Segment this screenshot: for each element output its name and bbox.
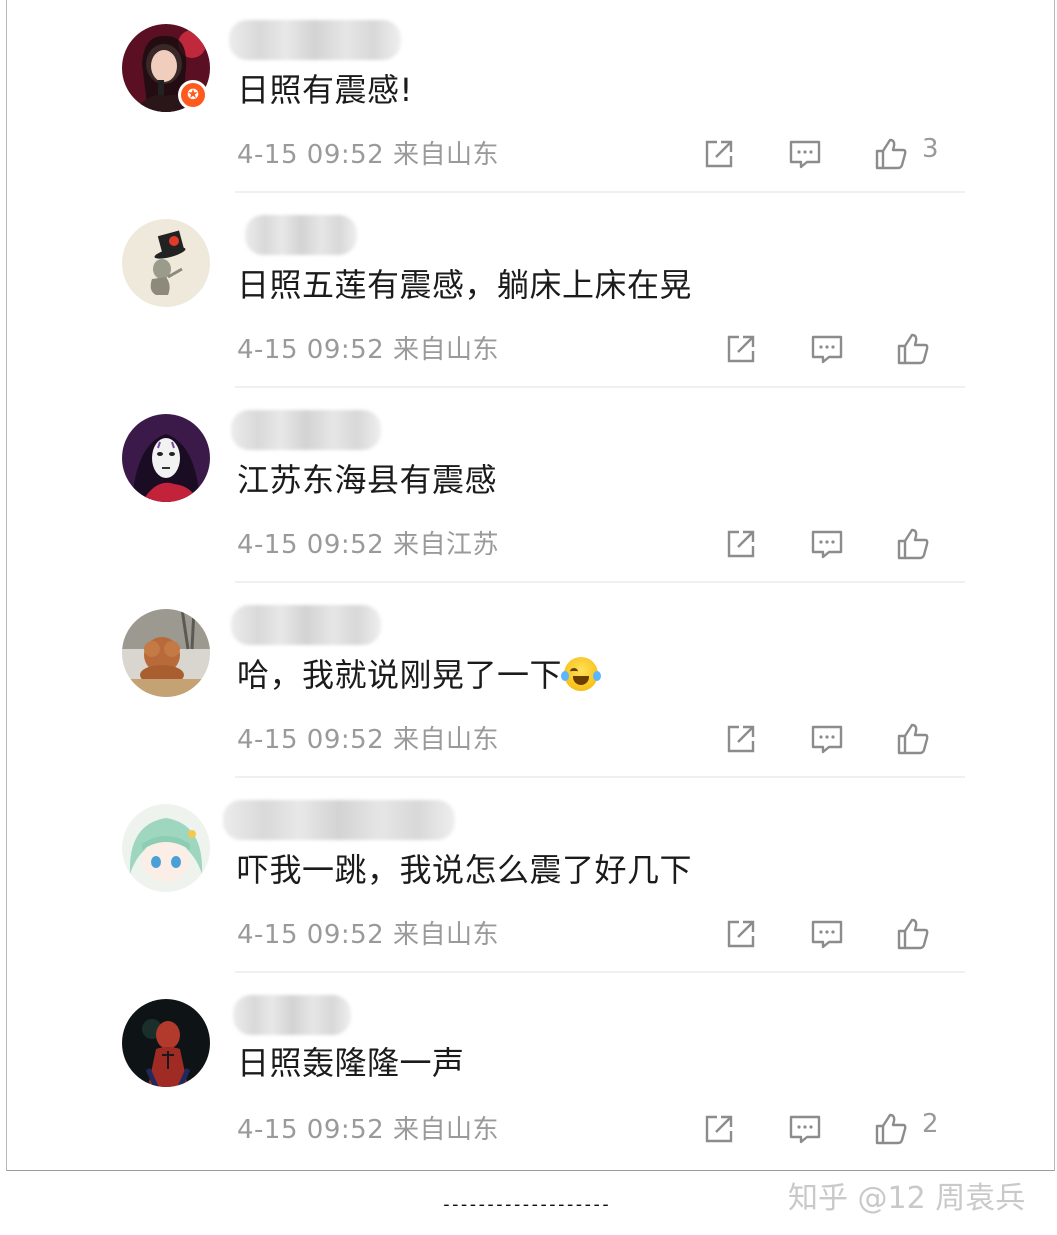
comment-time: 4-15 09:52 [237, 920, 385, 950]
spiderman-avatar-icon [122, 999, 210, 1087]
comment-location: 来自山东 [392, 1115, 499, 1145]
share-icon [727, 335, 755, 363]
comment-meta: 4-15 09:52 来自江苏 [237, 524, 499, 561]
comment-meta: 4-15 09:52 来自山东 [237, 719, 499, 756]
comment-time: 4-15 09:52 [237, 725, 385, 755]
share-button[interactable] [699, 134, 739, 174]
comment-meta: 4-15 09:52 来自山东 [237, 914, 499, 951]
comment-location: 来自山东 [392, 920, 499, 950]
avatar[interactable] [122, 219, 210, 307]
comment-time: 4-15 09:52 [237, 530, 385, 560]
divider [235, 776, 965, 778]
share-icon [705, 1115, 733, 1143]
like-button[interactable] [893, 719, 933, 759]
comment-location: 来自江苏 [392, 530, 499, 560]
share-button[interactable] [721, 914, 761, 954]
like-count: 3 [922, 134, 939, 164]
thumbs-up-icon [875, 138, 907, 170]
share-icon [727, 530, 755, 558]
like-button[interactable] [871, 1109, 911, 1149]
like-button[interactable] [893, 914, 933, 954]
comment-meta: 4-15 09:52 来自山东 [237, 134, 499, 171]
comment-meta: 4-15 09:52 来自山东 [237, 1109, 499, 1146]
comment-text: 哈，我就说刚晃了一下 [237, 653, 602, 697]
dog-photo-avatar-icon [122, 609, 210, 697]
share-button[interactable] [721, 719, 761, 759]
cartoon-hat-avatar-icon [122, 219, 210, 307]
avatar[interactable] [122, 999, 210, 1087]
comment-icon [811, 725, 843, 754]
username-blurred[interactable] [229, 20, 401, 60]
reply-button[interactable] [785, 134, 825, 174]
like-button[interactable] [893, 524, 933, 564]
share-icon [727, 920, 755, 948]
reply-button[interactable] [785, 1109, 825, 1149]
username-blurred[interactable] [245, 215, 357, 255]
comment-time: 4-15 09:52 [237, 335, 385, 365]
comment-text: 日照轰隆隆一声 [237, 1044, 465, 1082]
thumbs-up-icon [897, 528, 929, 560]
comment-time: 4-15 09:52 [237, 140, 385, 170]
comment-location: 来自山东 [392, 725, 499, 755]
comment-icon [789, 1115, 821, 1144]
comment-item: 江苏东海县有震感 4-15 09:52 来自江苏 [7, 390, 1056, 585]
comment-item: 日照五莲有震感，躺床上床在晃 4-15 09:52 来自山东 [7, 195, 1056, 390]
divider [235, 386, 965, 388]
comment-text-content: 哈，我就说刚晃了一下 [237, 656, 563, 694]
reply-button[interactable] [807, 329, 847, 369]
divider [235, 971, 965, 973]
comment-icon [811, 335, 843, 364]
reply-button[interactable] [807, 524, 847, 564]
comment-text: 日照有震感! [237, 71, 413, 109]
divider [235, 581, 965, 583]
comment-text: 江苏东海县有震感 [237, 461, 498, 499]
comment-time: 4-15 09:52 [237, 1115, 385, 1145]
like-count: 2 [922, 1109, 939, 1139]
no-face-mask-avatar-icon [122, 414, 210, 502]
comment-list: ✪ 日照有震感! 4-15 09:52 来自山东 3 日照五莲有震感，躺床上床在… [6, 0, 1055, 1171]
comment-location: 来自山东 [392, 140, 499, 170]
verified-badge-icon: ✪ [178, 80, 208, 110]
anime-girl-avatar-icon [122, 804, 210, 892]
laughing-crying-emoji-icon [561, 657, 602, 691]
like-button[interactable] [871, 134, 911, 174]
avatar[interactable] [122, 414, 210, 502]
share-icon [727, 725, 755, 753]
share-button[interactable] [721, 329, 761, 369]
comment-icon [811, 920, 843, 949]
avatar[interactable] [122, 804, 210, 892]
comment-location: 来自山东 [392, 335, 499, 365]
comment-item: 日照轰隆隆一声 4-15 09:52 来自山东 2 [7, 975, 1056, 1170]
reply-button[interactable] [807, 719, 847, 759]
watermark: 知乎 @12 周袁兵 [788, 1181, 1026, 1216]
avatar[interactable] [122, 609, 210, 697]
username-blurred[interactable] [231, 605, 381, 645]
comment-meta: 4-15 09:52 来自山东 [237, 329, 499, 366]
comment-item: 哈，我就说刚晃了一下 4-15 09:52 来自山东 [7, 585, 1056, 780]
thumbs-up-icon [897, 918, 929, 950]
comment-icon [789, 140, 821, 169]
share-button[interactable] [699, 1109, 739, 1149]
thumbs-up-icon [897, 333, 929, 365]
comment-icon [811, 530, 843, 559]
thumbs-up-icon [875, 1113, 907, 1145]
comment-text: 吓我一跳，我说怎么震了好几下 [237, 851, 693, 889]
comment-text: 日照五莲有震感，躺床上床在晃 [237, 266, 693, 304]
divider [235, 191, 965, 193]
username-blurred[interactable] [231, 410, 381, 450]
separator-dashes: ------------------- [441, 1194, 611, 1215]
comment-item: 吓我一跳，我说怎么震了好几下 4-15 09:52 来自山东 [7, 780, 1056, 975]
share-button[interactable] [721, 524, 761, 564]
like-button[interactable] [893, 329, 933, 369]
username-blurred[interactable] [233, 995, 351, 1035]
username-blurred[interactable] [223, 800, 455, 840]
reply-button[interactable] [807, 914, 847, 954]
share-icon [705, 140, 733, 168]
comment-item: ✪ 日照有震感! 4-15 09:52 来自山东 3 [7, 0, 1056, 195]
thumbs-up-icon [897, 723, 929, 755]
